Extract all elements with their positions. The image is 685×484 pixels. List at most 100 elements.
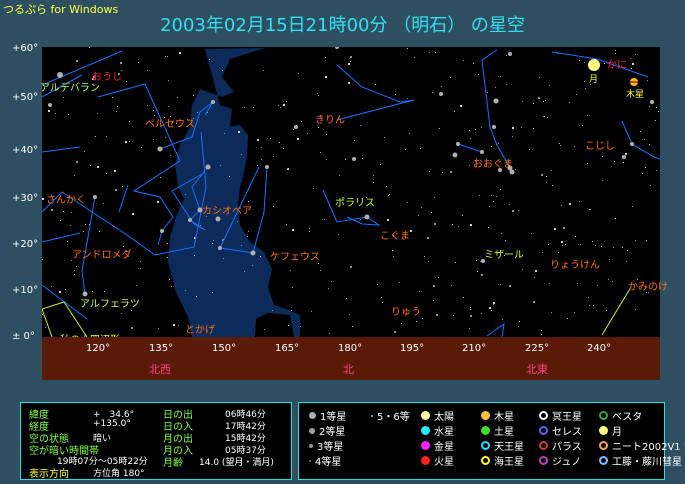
faint-star: [185, 290, 186, 291]
legend-label: 天王星: [494, 442, 524, 453]
faint-star: [283, 104, 285, 106]
faint-star: [419, 291, 420, 292]
faint-star: [329, 333, 330, 334]
faint-star: [170, 155, 171, 156]
faint-star: [427, 237, 429, 239]
legend-label: 工藤・藤川彗星: [612, 457, 682, 468]
moon-label: 月: [589, 75, 599, 85]
faint-star: [158, 328, 159, 329]
faint-star: [635, 309, 636, 310]
faint-star: [140, 268, 141, 269]
faint-star: [318, 95, 319, 96]
faint-star: [433, 285, 435, 287]
faint-star: [645, 167, 646, 168]
sky-canvas: [42, 47, 660, 337]
view-direction-label: 表示方向: [29, 469, 69, 480]
legend-item: ニート2002V1 彗星: [599, 438, 685, 453]
legend-label: 水星: [434, 427, 454, 438]
faint-star: [97, 113, 98, 114]
sky-map[interactable]: おうし ペルセウス きりん かに こじし おおぐま さんかく カシオペア アンド…: [40, 47, 668, 337]
faint-star: [602, 180, 603, 181]
legend-item: 月: [599, 423, 622, 438]
pallas-icon: [539, 441, 548, 450]
faint-star: [131, 310, 132, 311]
faint-star: [291, 310, 292, 311]
faint-star: [301, 121, 302, 122]
faint-star: [432, 92, 433, 93]
faint-star: [393, 256, 394, 257]
faint-star: [579, 201, 580, 202]
star-label: アルフェラツ: [80, 299, 140, 310]
faint-star: [167, 257, 168, 258]
constellation-label: とかげ: [185, 325, 215, 336]
constellation-label: かに: [607, 60, 627, 71]
faint-star: [587, 115, 588, 116]
faint-star: [350, 266, 352, 268]
legend-label: 5・6等: [377, 412, 410, 423]
faint-star: [546, 182, 547, 183]
faint-star: [407, 48, 408, 49]
faint-star: [384, 137, 385, 138]
faint-star: [584, 62, 585, 63]
faint-star: [473, 63, 474, 64]
constellation-label: こぐま: [380, 231, 410, 242]
comet-kudo-icon: [599, 456, 608, 465]
faint-star: [543, 116, 544, 117]
legend-item: 火星: [421, 453, 454, 468]
constellation-label: りゅう: [391, 307, 421, 318]
faint-star: [381, 297, 382, 298]
faint-star: [103, 203, 104, 204]
faint-star: [421, 207, 422, 208]
faint-star: [463, 297, 464, 298]
faint-star: [380, 164, 381, 165]
faint-star: [539, 77, 540, 78]
faint-star: [389, 194, 390, 195]
faint-star: [76, 60, 78, 62]
faint-star: [470, 224, 472, 226]
faint-star: [649, 106, 650, 107]
faint-star: [257, 165, 258, 166]
faint-star: [179, 52, 181, 54]
faint-star: [533, 128, 534, 129]
faint-star: [635, 240, 636, 241]
azimuth-label: 150°: [212, 343, 237, 354]
faint-star: [658, 111, 659, 112]
faint-star: [577, 283, 578, 284]
legend-label: ニート2002V1 彗星: [612, 442, 685, 453]
altitude-label: +40°: [12, 145, 39, 156]
azimuth-label: 225°: [525, 343, 550, 354]
faint-star: [373, 182, 374, 183]
faint-star: [546, 176, 547, 177]
faint-star: [538, 97, 540, 99]
jupiter-icon: [481, 411, 490, 420]
faint-star: [454, 111, 455, 112]
faint-star: [544, 116, 545, 117]
faint-star: [354, 140, 355, 141]
faint-star: [257, 139, 259, 141]
faint-star: [167, 243, 168, 244]
horizon-ground: 120° 135° 150° 165° 180° 195° 210° 225° …: [42, 337, 660, 380]
faint-star: [121, 313, 122, 314]
faint-star: [493, 201, 494, 202]
vesta-icon: [599, 411, 608, 420]
faint-star: [589, 305, 590, 306]
faint-star: [307, 133, 308, 134]
faint-star: [558, 252, 559, 253]
faint-star: [387, 219, 389, 221]
faint-star: [153, 110, 154, 111]
legend-label: ベスタ: [612, 412, 643, 423]
faint-star: [469, 130, 470, 131]
faint-star: [615, 53, 616, 54]
faint-star: [410, 230, 412, 232]
legend-item: ジュノ: [539, 453, 581, 468]
faint-star: [220, 165, 221, 166]
faint-star: [626, 261, 627, 262]
faint-star: [261, 147, 262, 148]
faint-star: [462, 215, 463, 216]
faint-star: [373, 175, 374, 176]
faint-star: [582, 125, 583, 126]
faint-star: [169, 279, 170, 280]
faint-star: [549, 85, 550, 86]
faint-star: [125, 141, 127, 143]
altitude-label: +60°: [12, 43, 39, 54]
